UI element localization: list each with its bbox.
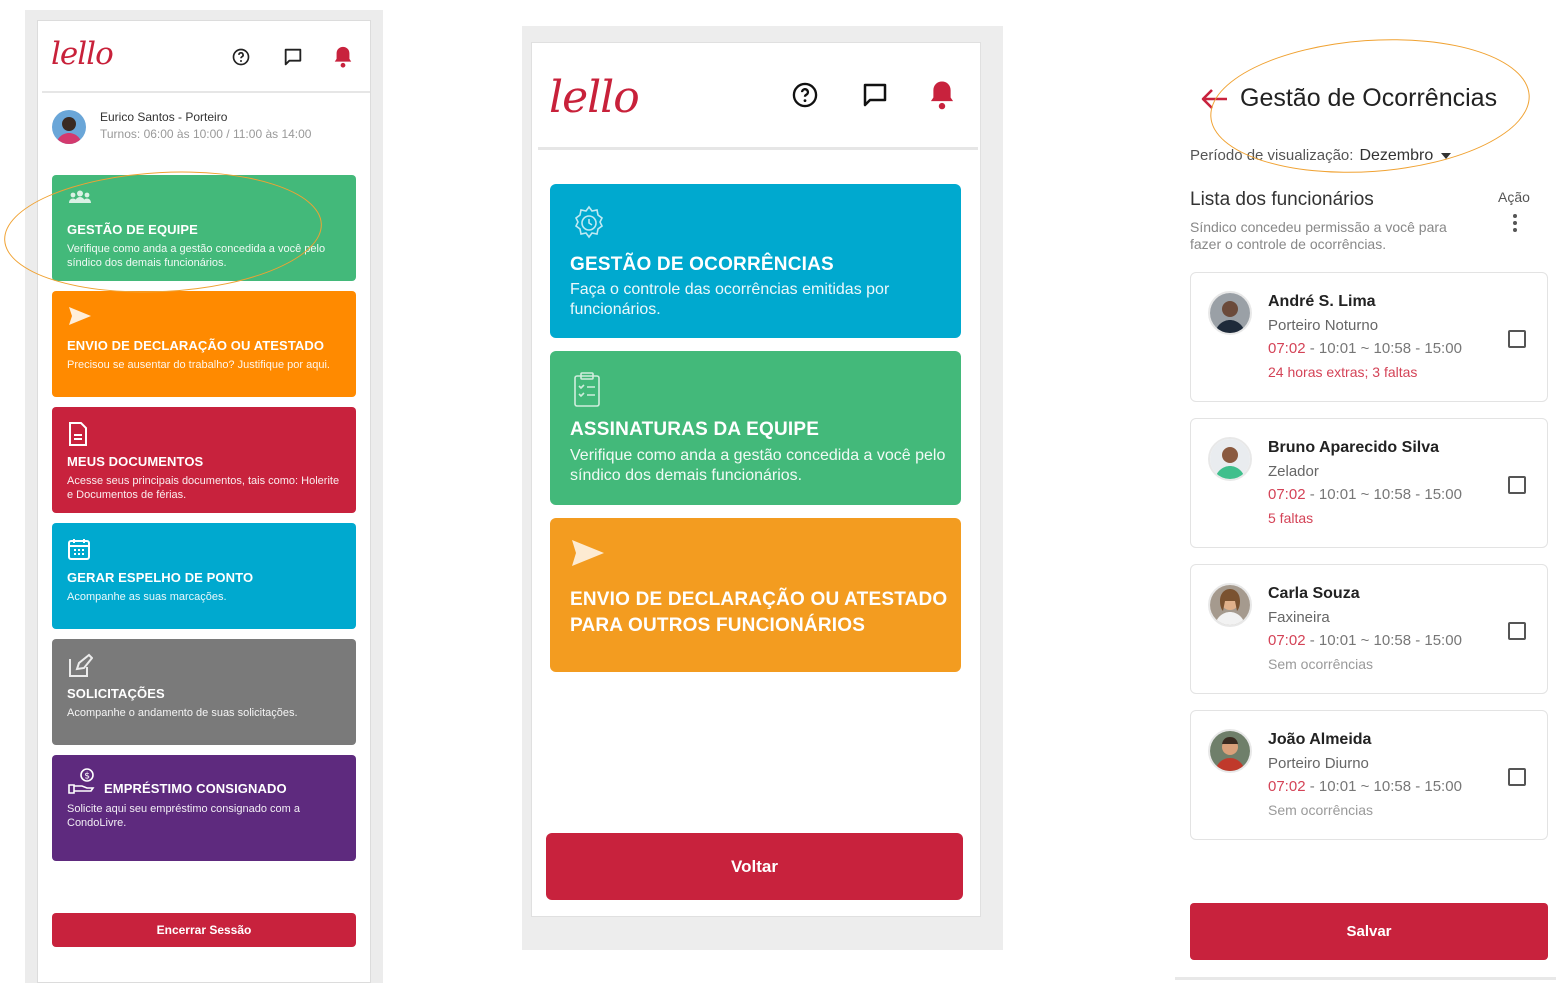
hours-range: - 10:01 ~ 10:58 - 15:00 — [1305, 486, 1462, 503]
employee-hours: 07:02 - 10:01 ~ 10:58 - 15:00 — [1268, 486, 1462, 503]
card-description: Verifique como anda a gestão concedida a… — [570, 447, 946, 484]
employee-role: Porteiro Noturno — [1268, 317, 1379, 334]
card-description: Verifique como anda a gestão concedida a… — [67, 243, 326, 269]
card-envio-declaracao[interactable]: ENVIO DE DECLARAÇÃO OU ATESTADO Precisou… — [52, 291, 356, 397]
card-emprestimo-consignado[interactable]: $ EMPRÉSTIMO CONSIGNADO Solicite aqui se… — [52, 755, 356, 861]
employee-card: João Almeida Porteiro Diurno 07:02 - 10:… — [1190, 710, 1548, 840]
back-button[interactable]: Voltar — [546, 833, 963, 900]
help-icon[interactable] — [231, 47, 251, 72]
page-title: Gestão de Ocorrências — [1240, 84, 1498, 112]
employee-name: André S. Lima — [1268, 293, 1376, 310]
edit-icon — [67, 653, 94, 684]
avatar — [1208, 291, 1252, 335]
card-gestao-equipe[interactable]: GESTÃO DE EQUIPE Verifique como anda a g… — [52, 175, 356, 281]
calendar-icon — [67, 537, 91, 566]
card-title: MEUS DOCUMENTOS — [67, 454, 204, 469]
card-meus-documentos[interactable]: MEUS DOCUMENTOS Acesse seus principais d… — [52, 407, 356, 513]
svg-text:$: $ — [84, 772, 90, 782]
card-title: ASSINATURAS DA EQUIPE — [570, 419, 820, 440]
late-time: 07:02 — [1268, 632, 1306, 649]
employee-hours: 07:02 - 10:01 ~ 10:58 - 15:00 — [1268, 778, 1462, 795]
card-solicitacoes[interactable]: SOLICITAÇÕES Acompanhe o andamento de su… — [52, 639, 356, 745]
late-time: 07:02 — [1268, 486, 1306, 503]
employee-name: João Almeida — [1268, 731, 1372, 748]
card-gestao-ocorrencias[interactable]: GESTÃO DE OCORRÊNCIAS Faça o controle da… — [550, 184, 961, 338]
employee-occurrences: Sem ocorrências — [1268, 802, 1374, 818]
employee-hours: 07:02 - 10:01 ~ 10:58 - 15:00 — [1268, 340, 1462, 357]
chat-icon[interactable] — [282, 46, 304, 73]
send-icon — [570, 538, 606, 573]
avatar — [1208, 583, 1252, 627]
employee-occurrences: 24 horas extras; 3 faltas — [1268, 364, 1418, 380]
avatar — [1208, 437, 1252, 481]
card-title: GESTÃO DE EQUIPE — [67, 222, 198, 237]
list-description: Síndico concedeu permissão a você para f… — [1190, 219, 1447, 252]
header-divider — [538, 147, 978, 150]
employee-name: Bruno Aparecido Silva — [1268, 439, 1439, 456]
late-time: 07:02 — [1268, 340, 1306, 357]
late-time: 07:02 — [1268, 778, 1306, 795]
period-selector[interactable]: Período de visualização: Dezembro — [1190, 147, 1452, 165]
hours-range: - 10:01 ~ 10:58 - 15:00 — [1305, 632, 1462, 649]
user-shift: Turnos: 06:00 às 10:00 / 11:00 às 14:00 — [100, 127, 312, 141]
employee-checkbox[interactable] — [1508, 330, 1526, 348]
employee-name: Carla Souza — [1268, 585, 1360, 602]
card-description: Faça o controle das ocorrências emitidas… — [570, 281, 890, 318]
money-hand-icon: $ — [67, 767, 99, 800]
avatar — [1208, 729, 1252, 773]
employee-role: Zelador — [1268, 463, 1319, 480]
employee-checkbox[interactable] — [1508, 476, 1526, 494]
employee-card: Bruno Aparecido Silva Zelador 07:02 - 10… — [1190, 418, 1548, 548]
action-label: Ação — [1498, 189, 1530, 205]
gear-clock-icon — [570, 204, 608, 247]
period-value: Dezembro — [1359, 147, 1434, 164]
card-description: Precisou se ausentar do trabalho? Justif… — [67, 359, 330, 371]
card-title: ENVIO DE DECLARAÇÃO OU ATESTADO PARA OUT… — [570, 589, 948, 636]
card-title: GESTÃO DE OCORRÊNCIAS — [570, 254, 834, 275]
employee-role: Faxineira — [1268, 609, 1330, 626]
card-title: SOLICITAÇÕES — [67, 686, 165, 701]
team-icon — [67, 189, 93, 210]
card-description: Acesse seus principais documentos, tais … — [67, 475, 340, 501]
employee-checkbox[interactable] — [1508, 622, 1526, 640]
bell-icon[interactable] — [927, 79, 957, 116]
clipboard-icon — [570, 371, 604, 414]
employee-hours: 07:02 - 10:01 ~ 10:58 - 15:00 — [1268, 632, 1462, 649]
send-icon — [67, 305, 93, 332]
hours-range: - 10:01 ~ 10:58 - 15:00 — [1305, 778, 1462, 795]
list-title: Lista dos funcionários — [1190, 189, 1374, 210]
card-title: EMPRÉSTIMO CONSIGNADO — [104, 781, 287, 796]
hours-range: - 10:01 ~ 10:58 - 15:00 — [1305, 340, 1462, 357]
caret-down-icon — [1441, 153, 1452, 160]
bottom-divider — [1175, 977, 1556, 980]
employee-occurrences: Sem ocorrências — [1268, 656, 1374, 672]
lello-logo: lello — [549, 72, 640, 123]
logout-button[interactable]: Encerrar Sessão — [52, 913, 356, 947]
card-description: Solicite aqui seu empréstimo consignado … — [67, 803, 300, 829]
card-title: GERAR ESPELHO DE PONTO — [67, 570, 254, 585]
card-description: Acompanhe o andamento de suas solicitaçõ… — [67, 707, 298, 719]
card-envio-declaracao-outros[interactable]: ENVIO DE DECLARAÇÃO OU ATESTADO PARA OUT… — [550, 518, 961, 672]
card-assinaturas-equipe[interactable]: ASSINATURAS DA EQUIPE Verifique como and… — [550, 351, 961, 505]
card-espelho-ponto[interactable]: GERAR ESPELHO DE PONTO Acompanhe as suas… — [52, 523, 356, 629]
bell-icon[interactable] — [332, 45, 354, 74]
card-title: ENVIO DE DECLARAÇÃO OU ATESTADO — [67, 338, 325, 353]
chat-icon[interactable] — [860, 80, 890, 115]
employee-card: André S. Lima Porteiro Noturno 07:02 - 1… — [1190, 272, 1548, 402]
avatar — [52, 110, 86, 144]
employee-occurrences: 5 faltas — [1268, 510, 1314, 526]
lello-logo: lello — [51, 36, 114, 72]
header-divider — [42, 91, 370, 93]
employee-card: Carla Souza Faxineira 07:02 - 10:01 ~ 10… — [1190, 564, 1548, 694]
kebab-menu-icon[interactable] — [1513, 214, 1517, 235]
card-description: Acompanhe as suas marcações. — [67, 591, 227, 603]
document-icon — [67, 421, 89, 452]
save-button[interactable]: Salvar — [1190, 903, 1548, 960]
employee-role: Porteiro Diurno — [1268, 755, 1369, 772]
user-name: Eurico Santos - Porteiro — [100, 110, 228, 124]
period-label: Período de visualização: — [1190, 147, 1354, 164]
help-icon[interactable] — [791, 81, 819, 114]
employee-checkbox[interactable] — [1508, 768, 1526, 786]
arrow-left-icon[interactable] — [1199, 87, 1229, 116]
